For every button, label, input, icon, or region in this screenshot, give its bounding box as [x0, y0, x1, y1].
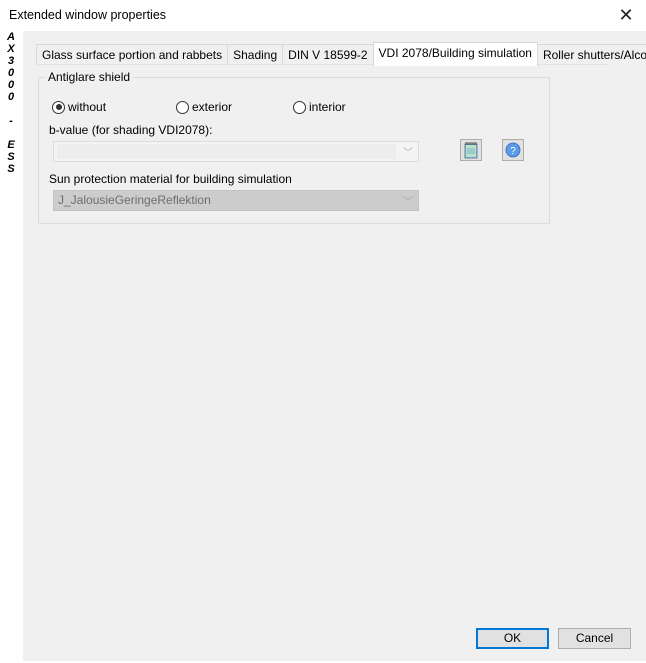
tab-din-v-18599-2[interactable]: DIN V 18599-2 [282, 44, 374, 65]
antiglare-shield-group: Antiglare shield without exterior interi… [38, 70, 550, 224]
chevron-down-icon: ﹀ [403, 148, 413, 159]
title-bar: Extended window properties ✕ [0, 0, 646, 31]
side-label-char: A [7, 31, 15, 43]
help-icon: ? [505, 142, 521, 158]
radio-label: interior [309, 100, 346, 114]
close-icon[interactable]: ✕ [616, 5, 636, 25]
side-label-char [4, 127, 18, 139]
dialog-client-area: Glass surface portion and rabbets Shadin… [23, 31, 646, 661]
radio-interior[interactable]: interior [293, 100, 346, 114]
radio-indicator [293, 100, 306, 114]
ok-button[interactable]: OK [476, 628, 549, 649]
b-value-combobox[interactable]: ﹀ [53, 141, 419, 162]
side-label-char: S [7, 163, 15, 175]
radio-exterior[interactable]: exterior [176, 100, 232, 114]
cancel-button[interactable]: Cancel [558, 628, 631, 649]
side-vertical-label: AX3000-ESS [4, 31, 18, 175]
side-label-char: S [7, 151, 15, 163]
notepad-button[interactable] [460, 139, 482, 161]
side-label-char: 0 [7, 79, 15, 91]
side-label-char: 3 [7, 55, 15, 67]
sun-protection-combobox[interactable]: J_JalousieGeringeReflektion ﹀ [53, 190, 419, 211]
radio-label: exterior [192, 100, 233, 114]
sun-protection-value: J_JalousieGeringeReflektion [58, 193, 211, 207]
tab-shading[interactable]: Shading [227, 44, 284, 65]
chevron-down-icon: ﹀ [403, 197, 413, 208]
notepad-icon [464, 142, 478, 159]
antiglare-shield-label: Antiglare shield [45, 70, 134, 84]
svg-text:?: ? [510, 146, 516, 157]
radio-indicator-selected [52, 100, 65, 114]
b-value-field [57, 144, 396, 159]
radio-indicator [176, 100, 189, 114]
side-label-char: E [7, 139, 15, 151]
side-label-char: 0 [7, 91, 15, 103]
side-label-char: - [9, 115, 13, 127]
tab-bar: Glass surface portion and rabbets Shadin… [36, 42, 646, 66]
side-label-char: 0 [7, 67, 15, 79]
side-label-char: X [7, 43, 15, 55]
tab-glass-surface[interactable]: Glass surface portion and rabbets [36, 44, 229, 65]
sun-protection-label: Sun protection material for building sim… [49, 172, 292, 186]
tab-roller-shutters-alcoves[interactable]: Roller shutters/Alcoves [536, 44, 646, 65]
radio-label: without [68, 100, 107, 114]
tab-vdi-2078-building-simulation[interactable]: VDI 2078/Building simulation [372, 42, 538, 66]
side-label-char [4, 103, 18, 115]
radio-without[interactable]: without [52, 100, 106, 114]
window-title: Extended window properties [9, 8, 167, 22]
help-button[interactable]: ? [502, 139, 524, 161]
b-value-label: b-value (for shading VDI2078): [49, 123, 213, 137]
